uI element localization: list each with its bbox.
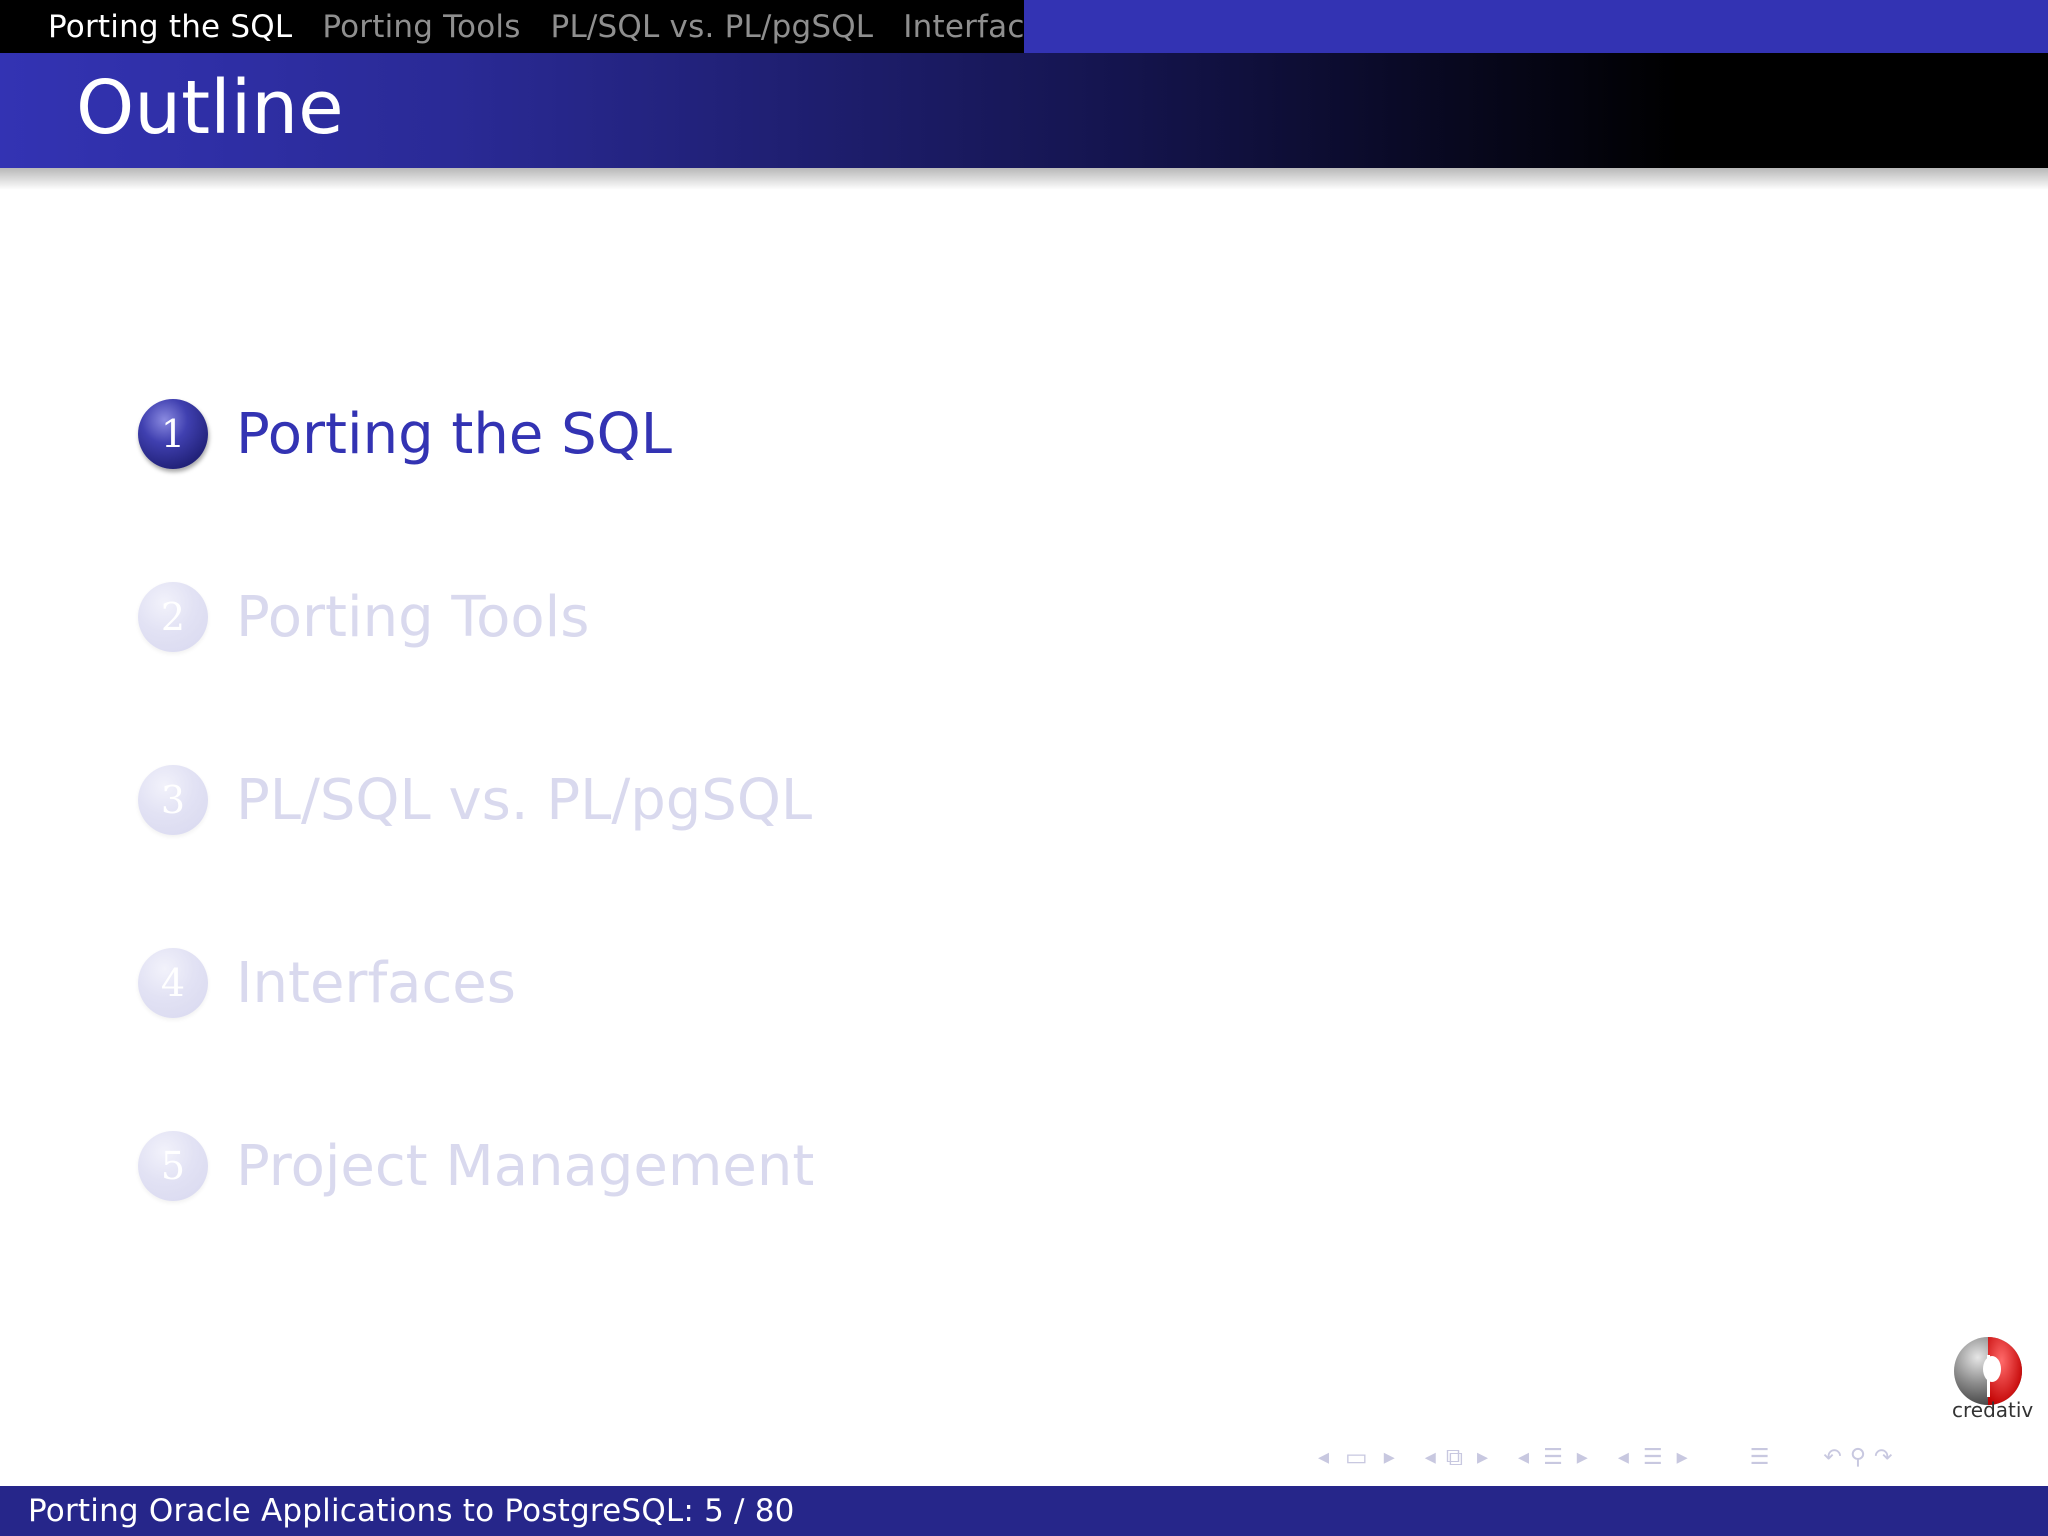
footer-text: Porting Oracle Applications to PostgreSQ…: [28, 1493, 795, 1529]
nav-section-interfaces[interactable]: Interfaces: [903, 9, 1024, 45]
section-navigation-bar: Porting the SQL Porting Tools PL/SQL vs.…: [0, 0, 2048, 53]
nav-section-porting-the-sql[interactable]: Porting the SQL: [48, 9, 292, 45]
outline-item-project-management[interactable]: 5 Project Management: [138, 1130, 814, 1202]
back-icon[interactable]: ↶: [1823, 1445, 1841, 1470]
item-number-ball: 4: [138, 948, 208, 1018]
section-navigation-list: Porting the SQL Porting Tools PL/SQL vs.…: [0, 0, 1024, 53]
title-bar: Outline: [0, 53, 2048, 168]
next-section-arrow-icon[interactable]: ▸: [1577, 1445, 1588, 1470]
next-frame-arrow-icon[interactable]: ▸: [1384, 1445, 1395, 1470]
nav-section-plsql-vs-plpgsql[interactable]: PL/SQL vs. PL/pgSQL: [551, 9, 874, 45]
footer-bar: Porting Oracle Applications to PostgreSQ…: [0, 1486, 2048, 1536]
item-number-ball: 3: [138, 765, 208, 835]
next-document-arrow-icon[interactable]: ▸: [1677, 1445, 1688, 1470]
outline-item-interfaces[interactable]: 4 Interfaces: [138, 947, 516, 1019]
item-number-ball: 2: [138, 582, 208, 652]
prev-frame-arrow-icon[interactable]: ◂: [1318, 1445, 1329, 1470]
subsection-icon[interactable]: ⧉: [1446, 1443, 1463, 1471]
outline-item-porting-tools[interactable]: 2 Porting Tools: [138, 581, 589, 653]
page-title: Outline: [76, 64, 344, 151]
outline-item-label: Project Management: [236, 1133, 815, 1199]
prev-subsection-arrow-icon[interactable]: ◂: [1425, 1445, 1436, 1470]
outline-item-label: Porting the SQL: [236, 401, 672, 467]
logo-text: credativ: [1952, 1398, 2034, 1422]
item-number-ball: 1: [138, 399, 208, 469]
title-bar-shadow: [0, 168, 2048, 190]
outline-item-porting-the-sql[interactable]: 1 Porting the SQL: [138, 398, 672, 470]
prev-document-arrow-icon[interactable]: ◂: [1618, 1445, 1629, 1470]
nav-section-porting-tools[interactable]: Porting Tools: [322, 9, 520, 45]
outline-item-label: Interfaces: [236, 950, 516, 1016]
outline-item-plsql-vs-plpgsql[interactable]: 3 PL/SQL vs. PL/pgSQL: [138, 764, 812, 836]
beamer-navigation-symbols: ◂ ▭ ▸ ◂ ⧉ ▸ ◂ ☰ ▸ ◂ ☰ ▸ ☰ ↶ ⚲ ↷: [1318, 1443, 2028, 1471]
slide: Porting the SQL Porting Tools PL/SQL vs.…: [0, 0, 2048, 1536]
search-icon[interactable]: ⚲: [1850, 1445, 1866, 1470]
prev-section-arrow-icon[interactable]: ◂: [1518, 1445, 1529, 1470]
document-icon[interactable]: ☰: [1643, 1445, 1663, 1470]
forward-icon[interactable]: ↷: [1874, 1445, 1892, 1470]
section-icon[interactable]: ☰: [1543, 1445, 1563, 1470]
item-number-ball: 5: [138, 1131, 208, 1201]
frame-icon[interactable]: ▭: [1345, 1443, 1368, 1471]
appendix-icon[interactable]: ☰: [1750, 1445, 1770, 1470]
outline-item-label: Porting Tools: [236, 584, 590, 650]
outline-item-label: PL/SQL vs. PL/pgSQL: [236, 767, 813, 833]
next-subsection-arrow-icon[interactable]: ▸: [1477, 1445, 1488, 1470]
